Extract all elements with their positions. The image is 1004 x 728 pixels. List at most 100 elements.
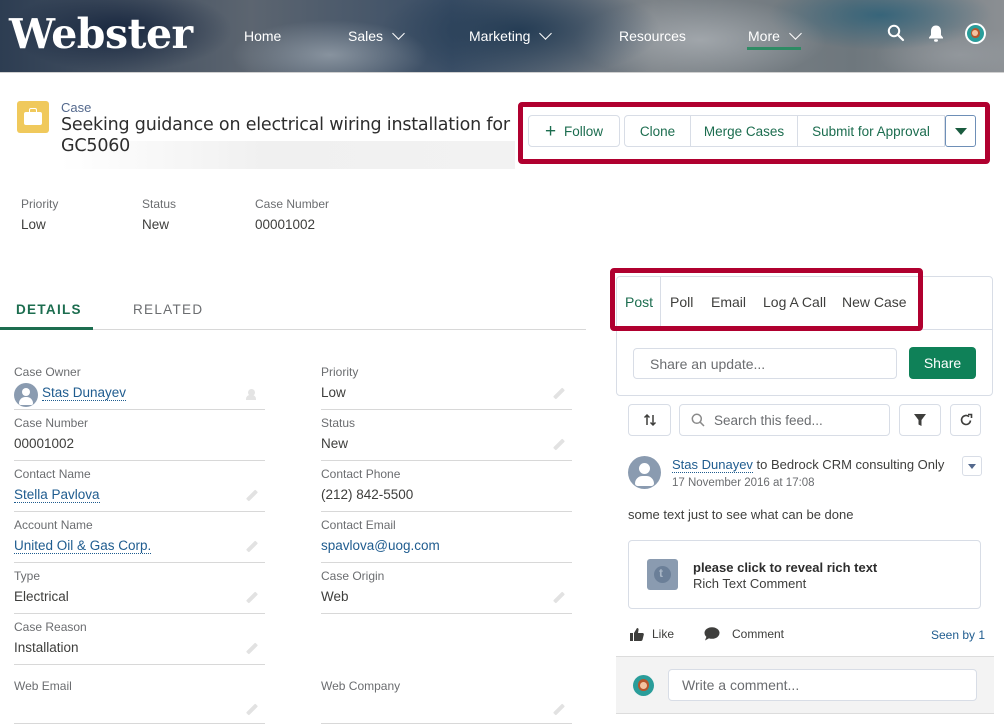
- edit-pencil-icon[interactable]: [552, 591, 566, 605]
- case-owner-link[interactable]: Stas Dunayev: [42, 385, 127, 401]
- refresh-icon: [960, 413, 972, 426]
- nav-resources[interactable]: Resources: [619, 24, 686, 48]
- field-type: Type Electrical: [14, 563, 265, 614]
- nav-sales-label: Sales: [348, 28, 384, 44]
- edit-pencil-icon[interactable]: [245, 703, 259, 717]
- post-author-link[interactable]: Stas Dunayev: [672, 457, 753, 473]
- field-value: Web: [321, 589, 349, 604]
- filter-button[interactable]: [899, 404, 941, 436]
- sort-button[interactable]: [628, 404, 671, 436]
- highlight-label: Priority: [21, 197, 59, 211]
- feed-search-input[interactable]: Search this feed...: [679, 404, 890, 436]
- highlight-value: New: [142, 217, 170, 232]
- chevron-down-icon: [392, 27, 405, 40]
- highlight-case-number: Case Number 00001002: [255, 197, 329, 232]
- field-label: Contact Phone: [321, 467, 401, 481]
- field-value: Electrical: [14, 589, 69, 604]
- edit-pencil-icon[interactable]: [245, 591, 259, 605]
- field-case-origin: Case Origin Web: [321, 563, 572, 614]
- plus-icon: +: [544, 120, 557, 142]
- record-tabs: DETAILS RELATED: [0, 290, 586, 330]
- action-button-group: Clone Merge Cases Submit for Approval: [624, 115, 976, 147]
- edit-pencil-icon[interactable]: [245, 489, 259, 503]
- submit-for-approval-button[interactable]: Submit for Approval: [798, 115, 945, 147]
- active-tab-indicator: [0, 327, 93, 330]
- like-button[interactable]: Like: [630, 627, 674, 641]
- nav-marketing[interactable]: Marketing: [469, 24, 553, 48]
- search-icon[interactable]: [884, 21, 908, 45]
- merge-cases-button[interactable]: Merge Cases: [691, 115, 798, 147]
- follow-group: + Follow: [528, 115, 620, 147]
- comment-icon: [704, 627, 720, 641]
- field-status: Status New: [321, 410, 572, 461]
- field-value: New: [321, 436, 349, 451]
- field-case-number: Case Number 00001002: [14, 410, 265, 461]
- edit-pencil-icon[interactable]: [552, 387, 566, 401]
- clone-button[interactable]: Clone: [624, 115, 691, 147]
- logo[interactable]: Webster: [9, 10, 193, 58]
- refresh-button[interactable]: [950, 404, 981, 436]
- field-web-email: Web Email: [14, 673, 265, 724]
- account-name-link[interactable]: United Oil & Gas Corp.: [14, 538, 152, 554]
- contact-name-link[interactable]: Stella Pavlova: [14, 487, 100, 503]
- follow-label: Follow: [564, 123, 604, 139]
- chevron-down-icon: [539, 27, 553, 40]
- share-update-input[interactable]: Share an update...: [633, 348, 897, 379]
- attachment-subtitle: Rich Text Comment: [693, 576, 807, 591]
- thumbs-up-icon: [630, 627, 644, 641]
- nav-more[interactable]: More: [747, 24, 802, 50]
- publisher-tabs-highlight-box: [610, 268, 923, 331]
- field-label: Case Number: [14, 416, 89, 430]
- case-icon: [17, 101, 49, 133]
- comment-button[interactable]: Comment: [704, 627, 784, 641]
- seen-by-link[interactable]: Seen by 1: [931, 628, 985, 642]
- write-comment-input[interactable]: Write a comment...: [668, 669, 977, 701]
- edit-pencil-icon[interactable]: [552, 703, 566, 717]
- more-actions-dropdown[interactable]: [945, 115, 976, 147]
- owner-avatar: [14, 383, 38, 407]
- edit-pencil-icon[interactable]: [245, 642, 259, 656]
- edit-pencil-icon[interactable]: [245, 540, 259, 554]
- field-case-reason: Case Reason Installation: [14, 614, 265, 665]
- tab-details[interactable]: DETAILS: [16, 302, 82, 317]
- field-account-name: Account Name United Oil & Gas Corp.: [14, 512, 265, 563]
- like-label: Like: [652, 627, 675, 641]
- highlight-value: Low: [21, 217, 46, 232]
- nav-home-label: Home: [244, 28, 282, 44]
- field-label: Case Reason: [14, 620, 87, 634]
- caret-down-icon: [954, 127, 967, 135]
- field-label: Case Origin: [321, 569, 385, 583]
- change-owner-icon[interactable]: [245, 386, 259, 400]
- post-timestamp[interactable]: 17 November 2016 at 17:08: [672, 477, 815, 489]
- field-value: (212) 842-5500: [321, 487, 414, 502]
- field-value: 00001002: [14, 436, 75, 451]
- post-menu-button[interactable]: [962, 456, 982, 476]
- top-navigation-bar: Webster Home Sales Marketing Resources M…: [0, 0, 1004, 73]
- field-priority: Priority Low: [321, 359, 572, 410]
- user-avatar[interactable]: [963, 21, 987, 45]
- nav-home[interactable]: Home: [244, 24, 281, 48]
- field-label: Account Name: [14, 518, 93, 532]
- field-value: Low: [321, 385, 346, 400]
- field-contact-name: Contact Name Stella Pavlova: [14, 461, 265, 512]
- field-label: Case Owner: [14, 365, 81, 379]
- filter-icon: [914, 414, 926, 426]
- post-header: Stas Dunayev to Bedrock CRM consulting O…: [672, 457, 944, 473]
- feed-search-placeholder: Search this feed...: [714, 412, 823, 428]
- rich-text-attachment[interactable]: please click to reveal rich text Rich Te…: [628, 540, 981, 609]
- nav-sales[interactable]: Sales: [348, 24, 405, 48]
- caret-down-icon: [968, 463, 976, 469]
- attachment-title: please click to reveal rich text: [693, 560, 878, 575]
- field-case-owner: Case Owner Stas Dunayev: [14, 359, 265, 410]
- field-contact-phone: Contact Phone (212) 842-5500: [321, 461, 572, 512]
- follow-button[interactable]: + Follow: [528, 115, 620, 147]
- tab-related[interactable]: RELATED: [133, 302, 203, 317]
- nav-more-label: More: [748, 28, 780, 44]
- bell-icon[interactable]: [924, 21, 948, 45]
- post-author-avatar[interactable]: [628, 456, 661, 489]
- field-label: Web Email: [14, 679, 72, 693]
- edit-pencil-icon[interactable]: [552, 438, 566, 452]
- field-label: Web Company: [321, 679, 401, 693]
- share-button[interactable]: Share: [909, 347, 976, 379]
- contact-email-link[interactable]: spavlova@uog.com: [321, 538, 440, 553]
